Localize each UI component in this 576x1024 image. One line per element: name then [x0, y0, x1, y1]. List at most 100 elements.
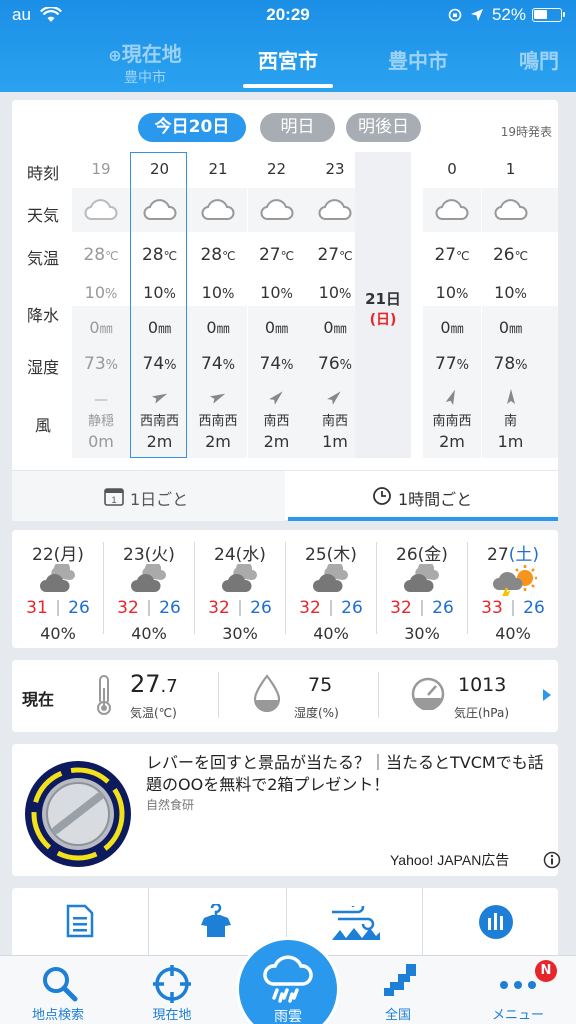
- daily-forecast-item[interactable]: 27(土) 33 26 40%: [467, 536, 559, 644]
- row-label-wind: 風: [34, 416, 51, 435]
- daily-low: 26: [432, 598, 454, 618]
- hour-label: 0: [447, 160, 457, 178]
- humidity-value: 74%: [259, 354, 294, 374]
- date-divider-day: 21日: [365, 290, 401, 308]
- humidity-value: 73%: [84, 354, 118, 374]
- ad-label: Yahoo! JAPAN広告: [390, 852, 510, 868]
- current-conditions-card[interactable]: 現在 27.7 気温(℃) 75 湿度(%) 1013 気圧(hPa): [12, 660, 558, 732]
- daily-date: 26(金): [396, 545, 448, 565]
- temp-value: 28℃: [200, 245, 236, 265]
- day-tab-day-after[interactable]: 明後日: [346, 113, 421, 142]
- wind-direction-icon: [151, 393, 167, 404]
- daily-low: 26: [250, 598, 272, 618]
- clock-icon: [373, 487, 391, 505]
- cloudy-icon: [222, 564, 257, 592]
- ad-sponsor: 自然食研: [146, 798, 195, 812]
- location-tab-nishinomiya[interactable]: 西宮市: [238, 45, 338, 74]
- date-divider: 21日 (日): [355, 152, 411, 458]
- rain-cloud-icon: [263, 955, 313, 1003]
- temp-unit: ℃: [105, 249, 119, 263]
- daily-date: 22(月): [32, 545, 84, 565]
- wind-direction-icon: [268, 391, 283, 405]
- temp-unit: ℃: [222, 249, 236, 263]
- temp-value: 27℃: [258, 245, 295, 265]
- view-tab-daily[interactable]: 1 1日ごと: [12, 471, 285, 521]
- day-tab-today[interactable]: 今日20日: [138, 113, 246, 142]
- nav-current-location[interactable]: 現在地: [122, 956, 222, 1024]
- ad-product-image: [25, 761, 131, 867]
- daily-date: 23(火): [123, 545, 175, 565]
- view-tab-hourly[interactable]: 1時間ごと: [288, 471, 558, 521]
- daily-date: 27(土): [487, 545, 539, 565]
- nav-search[interactable]: 地点検索: [8, 956, 108, 1024]
- current-temp: 27.7: [130, 670, 178, 698]
- document-icon[interactable]: [66, 904, 94, 938]
- daily-forecast-item[interactable]: 26(金) 32 26 30%: [376, 536, 468, 644]
- nav-national[interactable]: 全国: [348, 956, 448, 1024]
- daily-pop: 40%: [313, 624, 349, 643]
- daily-high: 33: [481, 598, 503, 618]
- thermometer-icon: [97, 675, 111, 715]
- humidity-value: 74%: [201, 354, 235, 374]
- cloudy-icon: [131, 564, 166, 592]
- stats-chart-icon[interactable]: [478, 904, 514, 940]
- location-tab-toyonaka[interactable]: 豊中市: [368, 45, 468, 74]
- wind-speed: 2m: [439, 432, 465, 451]
- ad-info-icon[interactable]: [543, 851, 561, 869]
- rain-value: 0㎜: [440, 318, 464, 337]
- more-dots-icon: [500, 981, 536, 989]
- daily-pop: 40%: [40, 624, 76, 643]
- crosshair-icon: [153, 965, 191, 1003]
- daily-low: 26: [68, 598, 90, 618]
- temp-value: 28℃: [83, 245, 119, 265]
- day-tab-tomorrow[interactable]: 明日: [260, 113, 335, 142]
- hour-label: 22: [266, 160, 287, 178]
- location-tab-current[interactable]: ⊕現在地 豊中市: [95, 38, 195, 87]
- hour-column: 0 27℃ 10% 0㎜ 77% 南南西 2m: [423, 152, 481, 458]
- battery-percent: 52%: [491, 5, 526, 24]
- current-temp-label: 気温(℃): [130, 706, 177, 720]
- cloud-icon: [201, 199, 235, 220]
- daily-forecast-item[interactable]: 25(木) 32 26 40%: [285, 536, 377, 644]
- temp-unit: ℃: [163, 249, 178, 263]
- app-header: au 20:29 52% ⊕現在地 豊中市 西宮市 豊中市 鳴門: [0, 0, 576, 92]
- temp-unit: ℃: [514, 249, 529, 263]
- wind-direction: 南西: [263, 414, 290, 429]
- row-label-time: 時刻: [26, 164, 59, 183]
- cloud-icon: [435, 199, 469, 220]
- laundry-icon[interactable]: [198, 904, 234, 940]
- precip-value: 10%: [84, 283, 118, 302]
- wind-speed: 2m: [263, 432, 290, 451]
- daily-forecast-item[interactable]: 23(火) 32 26 40%: [103, 536, 195, 644]
- daily-high: 32: [117, 598, 139, 618]
- wind-direction-icon: [209, 393, 226, 404]
- cloudy-icon: [404, 564, 439, 592]
- hour-column: 22 27℃ 10% 0㎜ 74% 南西 2m: [247, 152, 306, 458]
- ad-card[interactable]: レバーを回すと景品が当たる？｜当たるとTVCMでも話題のOOを無料で2箱プレゼン…: [12, 744, 561, 876]
- hour-column: 21 28℃ 10% 0㎜ 74% 西南西 2m: [189, 152, 247, 458]
- rain-value: 0㎜: [147, 318, 172, 337]
- temp-value: 27℃: [434, 245, 470, 265]
- daily-low: 26: [341, 598, 363, 618]
- view-toggle-bar: 1 1日ごと 1時間ごと: [12, 470, 558, 521]
- svg-text:1: 1: [111, 495, 116, 505]
- cloud-thunder-sun-icon: [493, 565, 537, 596]
- search-icon: [43, 967, 78, 1002]
- precip-value: 10%: [260, 283, 293, 302]
- daily-date: 24(水): [214, 545, 266, 565]
- hour-column: 2: [540, 152, 558, 458]
- wind-wave-icon[interactable]: [328, 906, 386, 942]
- location-tab-indicator: [243, 84, 333, 88]
- precip-value: 10%: [494, 283, 527, 302]
- wind-speed: 0m: [88, 432, 114, 451]
- wind-direction-icon: [445, 389, 455, 405]
- temp-value: 2: [540, 245, 558, 265]
- wind-direction: 西南西: [139, 414, 179, 429]
- daily-forecast-item[interactable]: 22(月) 31 26 40%: [12, 536, 104, 644]
- current-humidity: 75: [308, 674, 333, 696]
- daily-forecast-item[interactable]: 24(水) 32 26 30%: [194, 536, 286, 644]
- current-humidity-label: 湿度(%): [294, 706, 339, 720]
- location-tab-naruto[interactable]: 鳴門: [505, 45, 576, 74]
- chevron-right-icon[interactable]: [542, 688, 552, 702]
- wind-direction: 南: [503, 414, 517, 429]
